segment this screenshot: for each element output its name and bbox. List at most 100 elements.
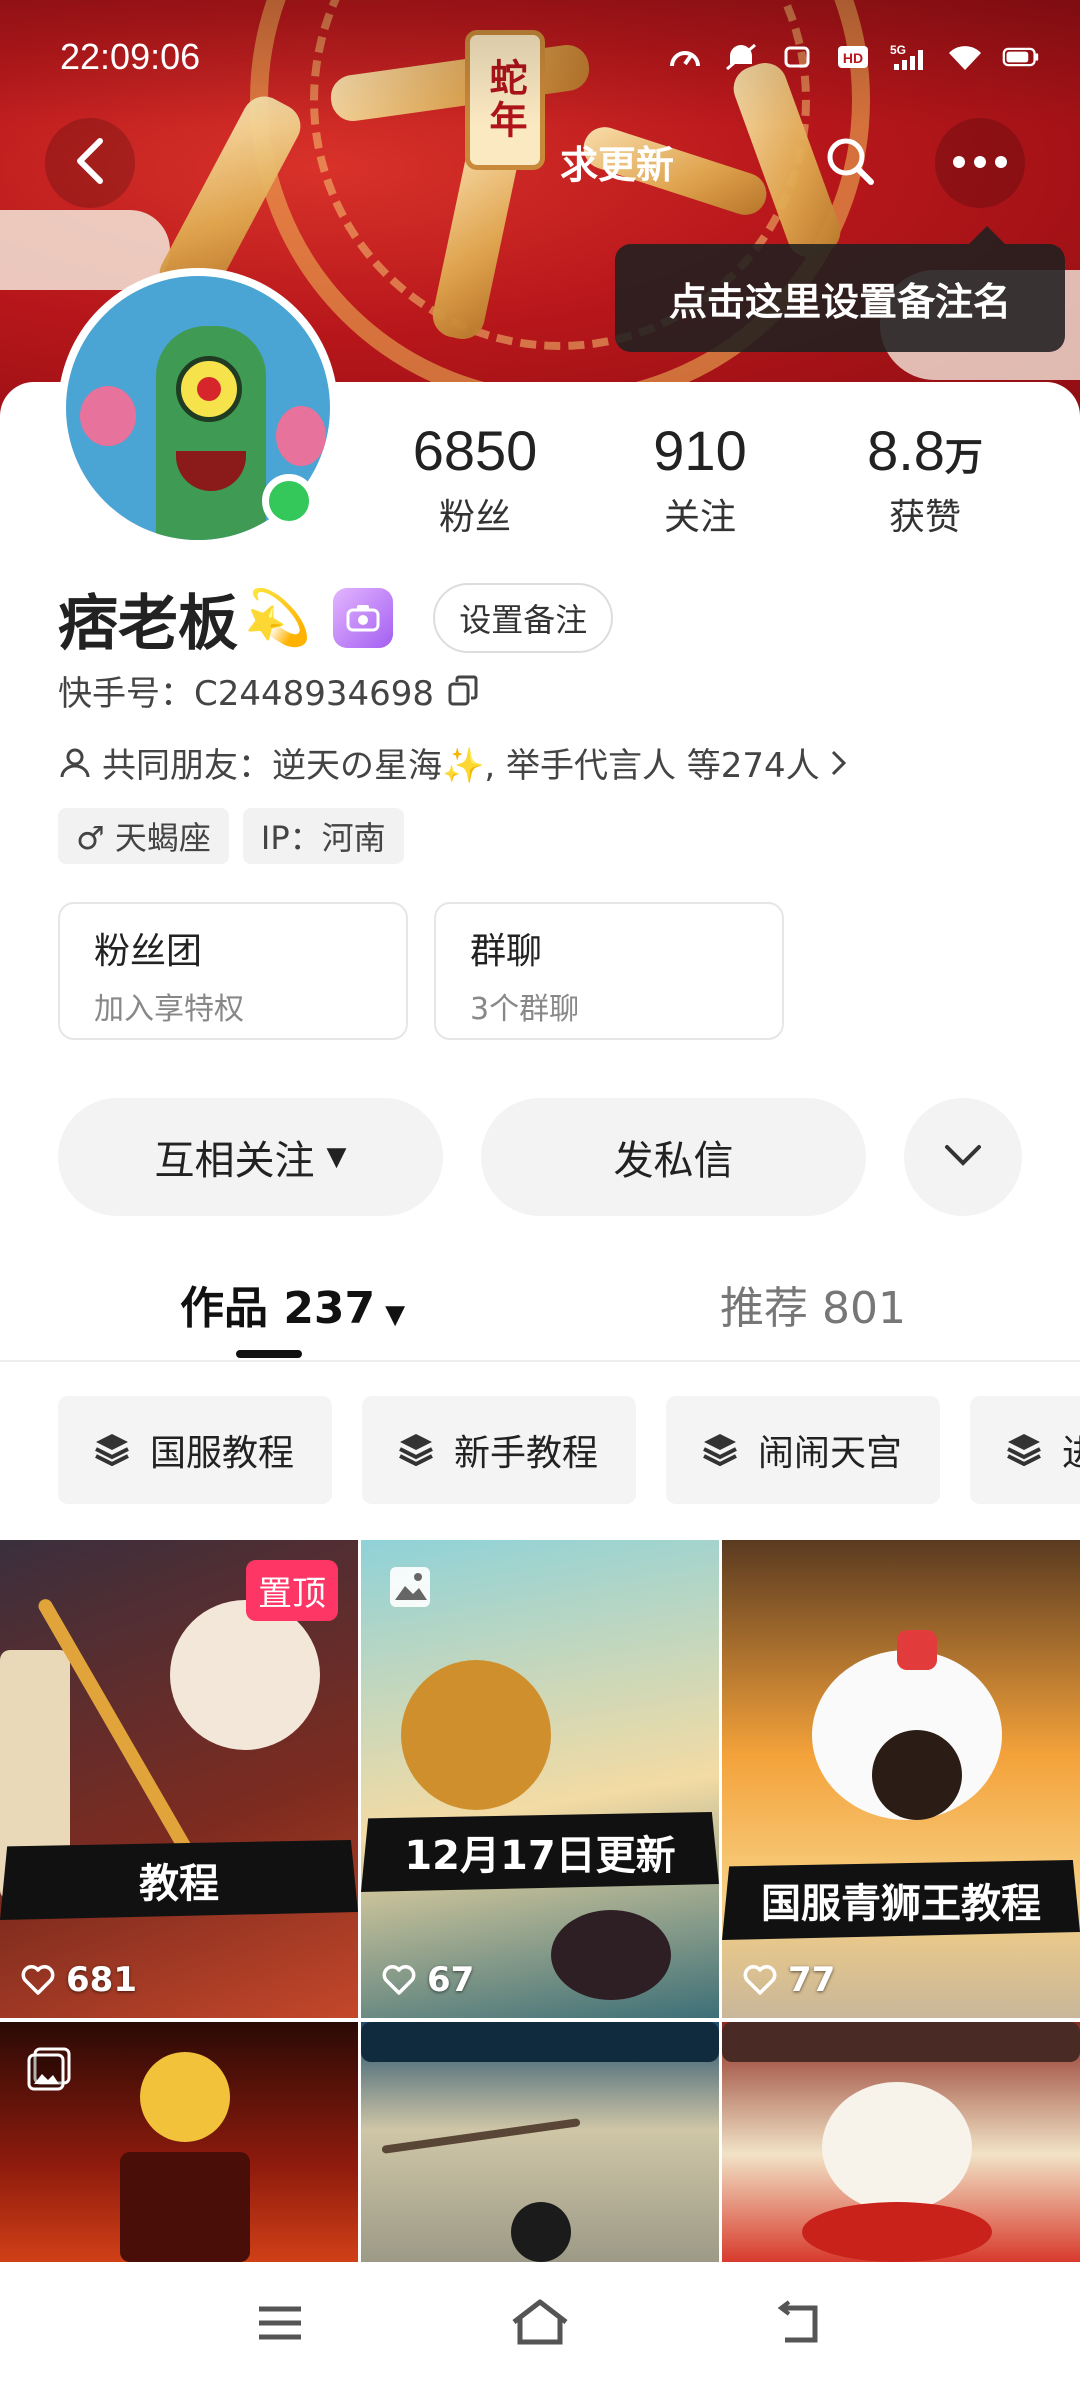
stat-label: 关注 — [663, 496, 736, 538]
stat-following[interactable]: 910 关注 — [605, 420, 795, 540]
return-icon — [775, 2300, 825, 2350]
home-button[interactable] — [505, 2290, 575, 2360]
stat-number: 6850 — [380, 420, 570, 482]
feature-cards: 粉丝团 加入享特权 群聊 3个群聊 — [58, 902, 784, 1040]
thumbnail-art — [897, 1630, 937, 1670]
stat-label: 获赞 — [888, 496, 961, 538]
copy-icon[interactable] — [446, 674, 480, 708]
card-title: 粉丝团 — [94, 931, 203, 972]
tab-works[interactable]: 作品 237 ▼ — [180, 1272, 405, 1336]
collection-label: 闹闹天宫 — [758, 1433, 903, 1474]
stat-number: 8.8万 — [830, 420, 1020, 482]
collection-chip[interactable]: 闹闹天宫 — [666, 1396, 940, 1504]
avatar-art-part — [197, 377, 221, 401]
battery-icon — [1002, 40, 1040, 74]
card-title: 群聊 — [470, 931, 543, 972]
layers-icon — [1004, 1430, 1044, 1470]
video-tile[interactable] — [0, 2022, 358, 2262]
likes-number: 77 — [788, 1960, 836, 2000]
thumbnail-art — [872, 1730, 962, 1820]
thumbnail-art — [802, 2202, 992, 2262]
active-tab-indicator — [236, 1350, 302, 1358]
profile-tags: ♂ 天蝎座 IP：河南 — [58, 808, 404, 864]
kwai-id-row: 快手号：C2448934698 — [58, 666, 480, 715]
stats-row: 6850 粉丝 910 关注 8.8万 获赞 — [380, 420, 1020, 540]
online-status-dot — [262, 474, 316, 528]
likes-count: 77 — [742, 1960, 835, 2000]
likes-number: 67 — [427, 1960, 475, 2000]
menu-button[interactable] — [245, 2290, 315, 2360]
home-icon — [510, 2298, 570, 2352]
expand-button[interactable] — [904, 1098, 1022, 1216]
chevron-down-icon — [943, 1143, 983, 1171]
heart-icon — [20, 1962, 56, 1998]
system-nav-bar — [0, 2262, 1080, 2388]
mutual-friends-text: 共同朋友：逆天の星海✨, 举手代言人 等274人 — [102, 746, 820, 786]
set-remark-button[interactable]: 设置备注 — [433, 583, 614, 653]
follow-label: 互相关注 — [154, 1138, 315, 1184]
svg-text:HD: HD — [843, 50, 863, 66]
stat-unit: 万 — [944, 437, 983, 479]
thumbnail-art — [120, 2152, 250, 2262]
triangle-down-icon: ▼ — [385, 1300, 406, 1330]
video-tile[interactable]: 国服青狮王教程 77 — [722, 1540, 1080, 2018]
mutual-friends-row[interactable]: 共同朋友：逆天の星海✨, 举手代言人 等274人 — [58, 738, 848, 787]
tab-recommend[interactable]: 推荐 801 — [720, 1272, 906, 1336]
video-tile[interactable] — [361, 2022, 719, 2262]
wifi-calling-icon — [778, 40, 816, 74]
camera-badge-icon[interactable] — [333, 588, 394, 648]
menu-icon — [255, 2303, 305, 2347]
collection-label: 新手教程 — [454, 1433, 599, 1474]
action-buttons: 互相关注 ▼ 发私信 — [58, 1098, 1022, 1216]
tab-label: 作品 237 — [180, 1283, 376, 1334]
layers-icon — [700, 1430, 740, 1470]
collection-chip[interactable]: 国服教程 — [58, 1396, 332, 1504]
collection-chip[interactable]: 新手教程 — [362, 1396, 636, 1504]
video-caption: 国服青狮王教程 — [722, 1860, 1080, 1940]
triangle-down-icon: ▼ — [326, 1142, 347, 1172]
layers-icon — [92, 1430, 132, 1470]
remark-tooltip[interactable]: 点击这里设置备注名 — [615, 226, 1065, 352]
svg-text:5G: 5G — [890, 43, 906, 57]
back-nav-button[interactable] — [765, 2290, 835, 2360]
person-icon — [58, 746, 92, 780]
thumbnail-art — [551, 1910, 671, 2000]
back-button[interactable] — [45, 118, 135, 208]
video-tile[interactable]: 置顶 教程 681 — [0, 1540, 358, 2018]
more-button[interactable] — [935, 118, 1025, 208]
dizzy-emoji: 💫 — [244, 586, 312, 649]
thumbnail-art — [381, 2118, 581, 2154]
collection-chip[interactable]: 进 — [970, 1396, 1080, 1504]
stat-likes[interactable]: 8.8万 获赞 — [830, 420, 1020, 540]
mutual-follow-button[interactable]: 互相关注 ▼ — [58, 1098, 443, 1216]
likes-count: 681 — [20, 1960, 137, 2000]
likes-number: 681 — [66, 1960, 137, 2000]
mute-icon — [722, 40, 760, 74]
fan-club-card[interactable]: 粉丝团 加入享特权 — [58, 902, 408, 1040]
video-tile[interactable] — [722, 2022, 1080, 2262]
heart-icon — [742, 1962, 778, 1998]
video-caption: 12月17日更新 — [361, 1812, 719, 1892]
thumbnail-art — [401, 1660, 551, 1810]
message-label: 发私信 — [613, 1138, 734, 1184]
content-tabs: 作品 237 ▼ 推荐 801 — [0, 1262, 1080, 1362]
card-subtitle: 3个群聊 — [470, 992, 580, 1027]
collection-chips: 国服教程 新手教程 闹闹天宫 进 — [58, 1396, 1080, 1504]
chevron-right-icon — [830, 748, 848, 778]
nav-title[interactable]: 求更新 — [560, 134, 674, 189]
search-button[interactable] — [805, 118, 895, 208]
image-post-icon — [387, 1564, 433, 1610]
avatar-art-part — [80, 386, 136, 446]
send-message-button[interactable]: 发私信 — [481, 1098, 866, 1216]
tab-label: 推荐 801 — [720, 1283, 906, 1334]
video-tile[interactable]: 12月17日更新 67 — [361, 1540, 719, 2018]
collection-label: 进 — [1062, 1424, 1080, 1476]
thumbnail-art — [140, 2052, 230, 2142]
thumbnail-art — [361, 2022, 719, 2062]
stat-followers[interactable]: 6850 粉丝 — [380, 420, 570, 540]
heart-icon — [381, 1962, 417, 1998]
group-chat-card[interactable]: 群聊 3个群聊 — [434, 902, 784, 1040]
chevron-left-icon — [70, 136, 110, 190]
search-icon — [823, 134, 877, 192]
name-row: 痞老板 💫 设置备注 — [58, 578, 614, 659]
